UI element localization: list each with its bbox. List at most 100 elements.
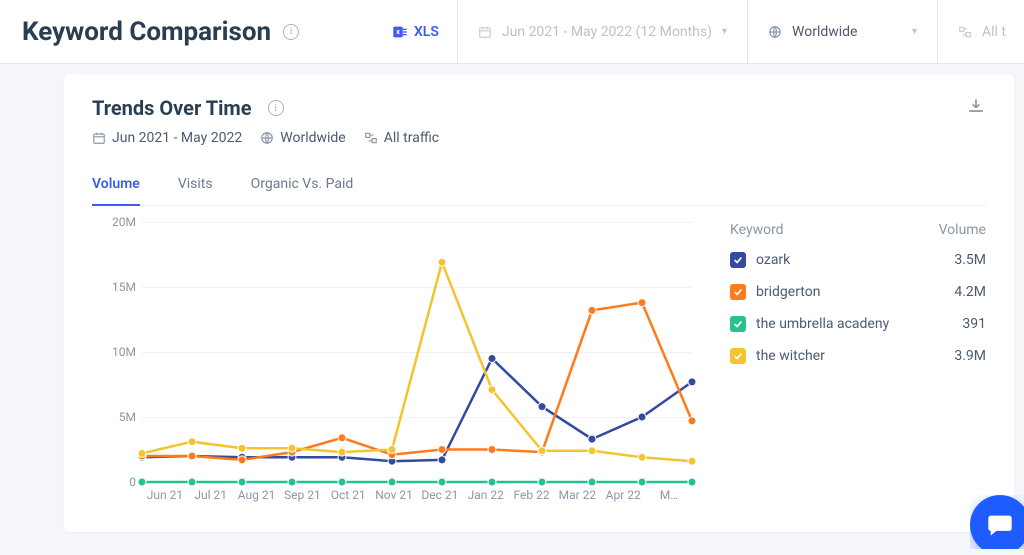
all-traffic-selector[interactable]: All t [938,0,1006,63]
chevron-down-icon: ▾ [722,26,727,37]
series-point [288,444,296,452]
series-point [188,452,196,460]
export-xls-button[interactable]: XLS [374,0,458,63]
trends-card: Trends Over Time i Jun 2021 - May 2022 W… [64,74,1014,532]
series-point [238,456,246,464]
page-title: Keyword Comparison [22,17,271,47]
x-tick: Dec 21 [417,482,463,512]
meta-traffic: All traffic [364,130,439,146]
meta-country: Worldwide [260,130,345,146]
chat-widget[interactable] [970,495,1024,555]
x-tick: Nov 21 [371,482,417,512]
globe-icon [768,25,782,39]
legend-row[interactable]: ozark3.5M [730,252,986,268]
legend: Keyword Volume ozark3.5Mbridgerton4.2Mth… [730,222,986,512]
series-point [488,355,496,363]
legend-volume: 3.5M [954,252,986,268]
series-point [438,446,446,454]
series-point [638,299,646,307]
x-tick: Jun 21 [142,482,188,512]
card-title: Trends Over Time [92,96,252,120]
y-tick: 5M [119,410,136,424]
legend-row[interactable]: the witcher3.9M [730,348,986,364]
x-tick: Feb 22 [509,482,555,512]
series-point [538,403,546,411]
plot [142,222,692,482]
legend-keyword-header: Keyword [730,222,939,238]
legend-keyword: bridgerton [756,284,954,300]
tabs: Volume Visits Organic Vs. Paid [92,168,986,206]
compare-icon [364,131,378,145]
series-point [488,446,496,454]
legend-volume: 3.9M [954,348,986,364]
x-tick: Mar 22 [554,482,600,512]
tab-visits[interactable]: Visits [178,168,213,205]
series-point [588,447,596,455]
series-point [638,413,646,421]
info-icon[interactable]: i [268,100,284,116]
legend-row[interactable]: bridgerton4.2M [730,284,986,300]
calendar-icon [92,131,106,145]
chat-icon [986,511,1014,539]
legend-keyword: the umbrella acadeny [756,316,962,332]
x-tick: Aug 21 [234,482,280,512]
series-point [138,449,146,457]
y-tick: 0 [129,475,136,489]
x-tick: M… [646,482,692,512]
legend-volume: 391 [962,316,986,332]
legend-checkbox[interactable] [730,316,746,332]
globe-icon [260,131,274,145]
legend-checkbox[interactable] [730,252,746,268]
series-point [188,438,196,446]
meta-date-range: Jun 2021 - May 2022 [92,130,242,146]
compare-icon [958,25,972,39]
series-point [688,417,696,425]
chevron-down-icon: ▾ [912,26,917,37]
info-icon[interactable]: i [283,24,299,40]
x-tick: Jul 21 [188,482,234,512]
series-point [688,378,696,386]
legend-checkbox[interactable] [730,284,746,300]
x-axis: Jun 21Jul 21Aug 21Sep 21Oct 21Nov 21Dec … [142,482,692,512]
y-tick: 15M [112,280,136,294]
all-traffic-label: All t [982,24,1006,40]
series-line [142,303,692,460]
y-tick: 20M [112,215,136,229]
chart-area: 05M10M15M20M Jun 21Jul 21Aug 21Sep 21Oct… [92,222,692,512]
tab-volume[interactable]: Volume [92,168,140,206]
country-label: Worldwide [792,24,857,40]
download-icon[interactable] [966,96,986,116]
date-range-label: Jun 2021 - May 2022 (12 Months) [502,24,712,40]
series-point [238,444,246,452]
country-selector[interactable]: Worldwide ▾ [748,0,938,63]
date-range-selector[interactable]: Jun 2021 - May 2022 (12 Months) ▾ [458,0,748,63]
series-point [638,453,646,461]
export-xls-label: XLS [414,24,439,40]
legend-checkbox[interactable] [730,348,746,364]
series-point [538,447,546,455]
legend-row[interactable]: the umbrella acadeny391 [730,316,986,332]
series-point [438,258,446,266]
y-tick: 10M [112,345,136,359]
x-tick: Apr 22 [600,482,646,512]
x-tick: Jan 22 [463,482,509,512]
xls-icon [392,24,408,40]
tab-organic-vs-paid[interactable]: Organic Vs. Paid [251,168,354,205]
series-point [688,457,696,465]
series-point [438,456,446,464]
series-point [588,306,596,314]
top-bar: Keyword Comparison i XLS Jun 2021 - May … [0,0,1024,64]
legend-volume: 4.2M [954,284,986,300]
y-axis: 05M10M15M20M [92,222,142,482]
calendar-icon [478,25,492,39]
series-point [588,435,596,443]
legend-keyword: ozark [756,252,954,268]
series-point [488,386,496,394]
series-point [338,434,346,442]
x-tick: Sep 21 [279,482,325,512]
series-point [388,446,396,454]
x-tick: Oct 21 [325,482,371,512]
legend-volume-header: Volume [939,222,986,238]
series-point [338,448,346,456]
legend-keyword: the witcher [756,348,954,364]
